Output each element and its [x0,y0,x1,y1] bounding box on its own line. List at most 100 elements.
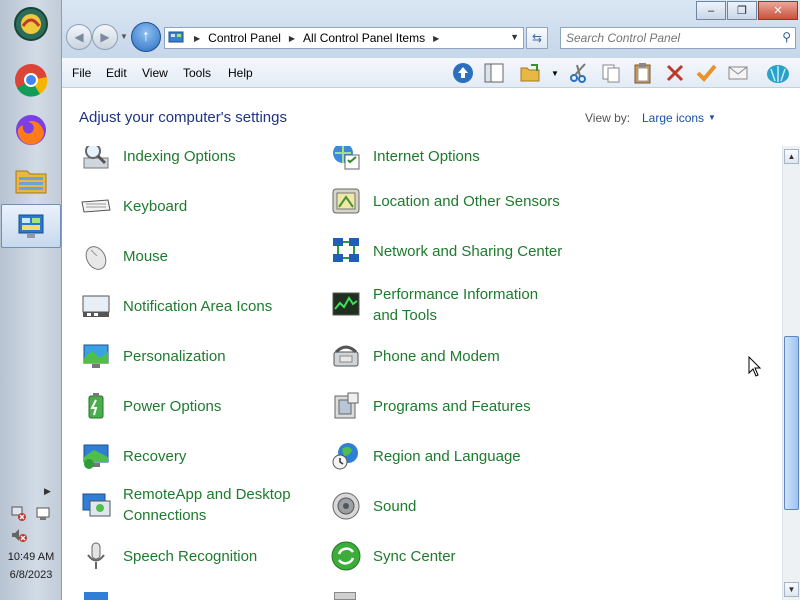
recent-pages-dropdown-icon[interactable]: ▼ [120,32,128,41]
mouse-pointer-icon [748,356,762,377]
close-button[interactable]: ✕ [758,1,798,20]
search-icon[interactable]: ⚲ [782,30,791,44]
item-label: Indexing Options [123,147,236,165]
control-panel-window: – ❐ ✕ ◀ ▶ ▼ ↑ ▶ Control Panel ▶ All Cont… [62,0,800,600]
up-icon[interactable] [451,61,475,85]
notification-area-icon [79,289,113,323]
mail-icon[interactable] [726,61,750,85]
breadcrumb-separator-icon[interactable]: ▶ [433,34,439,43]
next-item-partial-icon [334,592,356,600]
performance-icon [329,288,363,322]
scroll-down-button[interactable]: ▼ [784,582,799,597]
file-explorer-icon[interactable] [6,158,56,202]
item-label: Sound [373,497,417,515]
item-sync-center[interactable]: Sync Center [329,539,563,573]
item-internet-options[interactable]: Internet Options [329,146,563,173]
item-label: Personalization [123,347,226,365]
breadcrumb-all-items[interactable]: All Control Panel Items [303,31,425,45]
breadcrumb-separator-icon[interactable]: ▶ [289,34,295,43]
internet-options-icon [329,146,363,173]
title-bar: – ❐ ✕ ◀ ▶ ▼ ↑ ▶ Control Panel ▶ All Cont… [62,0,800,58]
clock-time[interactable]: 10:49 AM [0,551,62,563]
control-panel-taskbar-icon[interactable] [1,204,61,248]
pane-icon[interactable] [482,61,506,85]
region-icon [329,439,363,473]
item-location-sensors[interactable]: Location and Other Sensors [329,184,563,218]
sound-icon [329,489,363,523]
item-personalization[interactable]: Personalization [79,339,313,373]
item-label: Notification Area Icons [123,297,273,315]
address-dropdown-icon[interactable]: ▼ [510,32,519,42]
firefox-icon[interactable] [6,108,56,152]
search-box[interactable]: ⚲ [560,27,796,49]
menu-edit[interactable]: Edit [106,66,127,80]
item-label: Keyboard [123,197,188,215]
menu-view[interactable]: View [142,66,168,80]
up-level-button[interactable]: ↑ [131,22,161,52]
shell-orb-icon[interactable] [6,2,56,46]
delete-icon[interactable] [663,61,687,85]
item-label: Recovery [123,447,187,465]
item-notification-area-icons[interactable]: Notification Area Icons [79,289,313,323]
item-label: Phone and Modem [373,347,500,365]
network-status-icon[interactable] [10,504,28,522]
breadcrumb-separator-icon[interactable]: ▶ [194,34,200,43]
item-speech-recognition[interactable]: Speech Recognition [79,539,313,573]
item-remoteapp[interactable]: RemoteApp and Desktop Connections [79,484,313,526]
item-recovery[interactable]: Recovery [79,439,313,473]
item-power-options[interactable]: Power Options [79,389,313,423]
shell-icon[interactable] [766,61,790,85]
view-by-label: View by: [585,111,631,125]
maximize-button[interactable]: ❐ [727,1,757,20]
action-center-icon[interactable] [34,504,52,522]
minimize-button[interactable]: – [696,1,726,20]
sync-icon [329,539,363,573]
item-sound[interactable]: Sound [329,489,563,523]
volume-muted-icon[interactable] [10,526,28,544]
page-title: Adjust your computer's settings [79,109,287,126]
item-region-language[interactable]: Region and Language [329,439,563,473]
cut-icon[interactable] [567,61,591,85]
item-performance-info[interactable]: Performance Information and Tools [329,284,563,326]
breadcrumb-control-panel[interactable]: Control Panel [208,31,281,45]
item-label: Mouse [123,247,169,265]
speech-icon [79,539,113,573]
vertical-scrollbar[interactable]: ▲ ▼ [782,146,800,600]
forward-button[interactable]: ▶ [92,24,118,50]
item-phone-modem[interactable]: Phone and Modem [329,339,563,373]
network-icon [329,234,363,268]
indexing-icon [79,146,113,173]
menu-help[interactable]: Help [228,66,253,80]
address-bar[interactable]: ▶ Control Panel ▶ All Control Panel Item… [164,27,524,49]
mouse-icon [79,239,113,273]
check-icon[interactable] [694,61,718,85]
item-indexing-options[interactable]: Indexing Options [79,146,313,173]
view-by-caret-icon[interactable]: ▼ [708,113,716,122]
system-tray: ▶ 10:49 AM 6/8/2023 [0,480,62,600]
clock-date[interactable]: 6/8/2023 [0,569,62,581]
refresh-button[interactable]: ⇆ [526,27,548,49]
chrome-icon[interactable] [6,58,56,102]
copy-icon[interactable] [599,61,623,85]
folder-dropdown-icon[interactable]: ▼ [551,69,559,78]
search-input[interactable] [561,28,761,48]
paste-icon[interactable] [631,61,655,85]
show-hidden-icons-icon[interactable]: ▶ [44,486,51,497]
back-button[interactable]: ◀ [66,24,92,50]
item-label: Network and Sharing Center [373,242,563,260]
folder-icon[interactable] [518,61,542,85]
menu-tools[interactable]: Tools [183,66,211,80]
item-keyboard[interactable]: Keyboard [79,189,313,223]
menu-bar: File Edit View Tools Help ▼ [62,58,800,88]
scrollbar-thumb[interactable] [784,336,799,510]
item-label: Programs and Features [373,397,531,415]
recovery-icon [79,439,113,473]
item-network-sharing[interactable]: Network and Sharing Center [329,234,563,268]
item-mouse[interactable]: Mouse [79,239,313,273]
scroll-up-button[interactable]: ▲ [784,149,799,164]
menu-file[interactable]: File [72,66,91,80]
view-by-dropdown[interactable]: Large icons [642,111,704,125]
taskbar: ▶ 10:49 AM 6/8/2023 [0,0,62,600]
item-programs-features[interactable]: Programs and Features [329,389,563,423]
item-label: Region and Language [373,447,521,465]
